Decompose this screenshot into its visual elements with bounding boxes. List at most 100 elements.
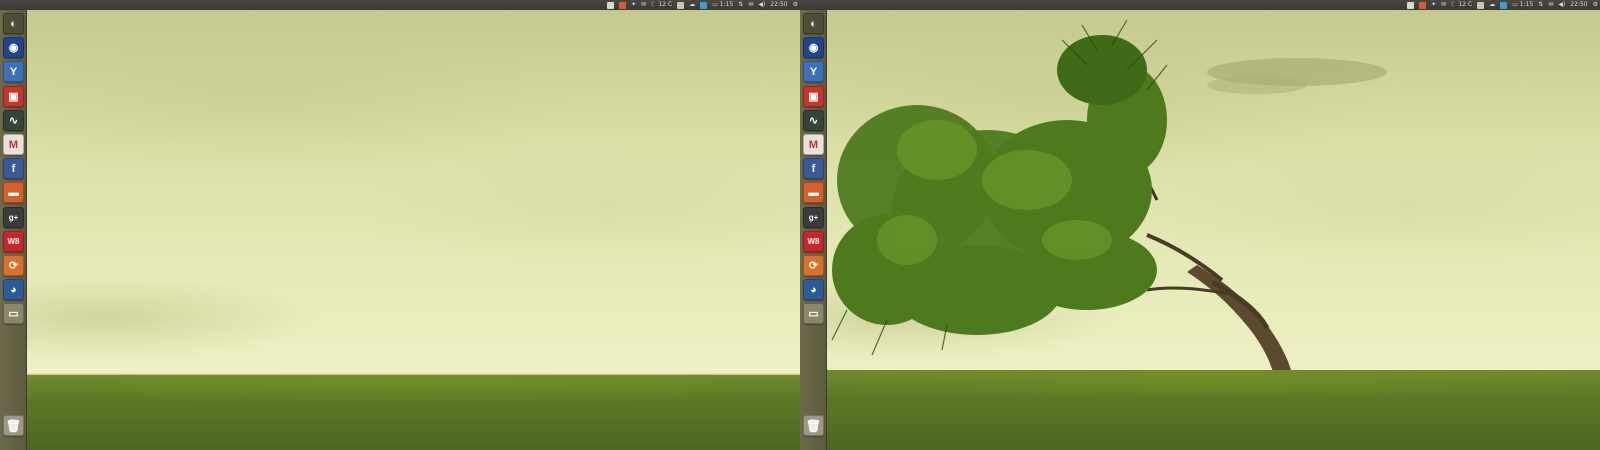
w8-icon: W8 [807, 236, 820, 246]
cloud-icon: ☁ [689, 1, 696, 8]
speaker-icon: ◀) [1558, 1, 1566, 8]
indicator-network[interactable]: ⇅ [738, 1, 743, 9]
indicator-network[interactable]: ⇅ [1538, 1, 1543, 9]
calendar-icon [677, 1, 685, 9]
indicator-keyboard[interactable] [1500, 1, 1508, 9]
launcher-item-system-monitor[interactable]: ∿ [803, 109, 824, 131]
envelope-icon: ✉ [1548, 1, 1554, 8]
top-panel: ✦ ✉ ☾ 12 C ☁ ▭ 1:15 ⇅ ✉ ◀) 22:50 ⚙ [0, 0, 800, 10]
temperature-text: 12 C [1458, 1, 1473, 8]
indicator-calendar[interactable] [677, 1, 685, 9]
launcher-item-software-center[interactable]: ▣ [803, 85, 824, 107]
launcher-item-workspaces[interactable]: ▭ [803, 303, 824, 325]
trash-icon: 🗑 [5, 418, 22, 433]
google-plus-icon: g+ [808, 212, 819, 222]
indicator-keyboard[interactable] [700, 1, 708, 9]
launcher-item-facebook[interactable]: f [3, 158, 24, 180]
app-indicator-2-icon [1419, 1, 1427, 9]
indicator-app[interactable] [607, 1, 615, 9]
google-plus-icon: g+ [8, 212, 19, 222]
indicator-dropbox[interactable]: ✦ [631, 1, 636, 9]
indicator-session[interactable]: ⚙ [1593, 1, 1598, 9]
launcher-item-files[interactable]: ▬ [803, 182, 824, 204]
globe-icon: ◉ [8, 42, 19, 55]
dropbox-icon: ✦ [1431, 1, 1437, 8]
indicator-app[interactable] [1407, 1, 1415, 9]
indicator-sound[interactable]: ◀) [1558, 1, 1565, 9]
mail-icon: ✉ [641, 1, 647, 8]
indicator-app-2[interactable] [619, 1, 627, 9]
launcher-item-w8-app[interactable]: W8 [3, 230, 24, 252]
shopping-bag-icon: ▣ [808, 90, 819, 103]
gmail-icon: M [8, 138, 19, 151]
launcher-item-y-ppa-manager[interactable]: Y [803, 61, 824, 83]
keyboard-icon [1500, 1, 1508, 9]
folder-icon: ▬ [808, 186, 819, 199]
power-gear-icon: ⚙ [1592, 1, 1598, 8]
battery-icon: ▭ [712, 1, 718, 8]
trash-icon: 🗑 [805, 418, 822, 433]
launcher-item-w8-app[interactable]: W8 [803, 230, 824, 252]
indicator-battery[interactable]: ▭ 1:15 [712, 1, 733, 9]
launcher: ◐ ◉ Y ▣ ∿ Mf ▬ g+ W8 ⟳ ◕ ▭ 🗑 [800, 10, 827, 450]
y-ppa-icon: Y [809, 65, 818, 78]
launcher-item-software-center[interactable]: ▣ [3, 85, 24, 107]
app-indicator-icon [607, 1, 615, 9]
app-indicator-2-icon [619, 1, 627, 9]
launcher-item-dash-home[interactable]: ◐ [3, 13, 24, 34]
indicator-mail[interactable]: ✉ [641, 1, 646, 9]
launcher-item-web-browser-2[interactable]: ◕ [3, 279, 24, 301]
envelope-icon: ✉ [748, 1, 754, 8]
clock-text: 22:50 [1570, 1, 1588, 8]
indicator-battery[interactable]: ▭ 1:15 [1512, 1, 1533, 9]
workspace-switcher-icon: ▭ [8, 308, 19, 321]
temperature-text: 12 C [658, 1, 673, 8]
indicator-weather[interactable]: ☾ 12 C [1451, 1, 1472, 9]
launcher-item-facebook[interactable]: f [803, 158, 824, 180]
indicator-dropbox[interactable]: ✦ [1431, 1, 1436, 9]
launcher-item-trash[interactable]: 🗑 [803, 415, 824, 436]
refresh-icon: ⟳ [8, 260, 19, 272]
indicator-clock[interactable]: 22:50 [770, 1, 787, 9]
launcher-item-trash[interactable]: 🗑 [3, 415, 24, 436]
launcher-item-web-browser[interactable]: ◉ [3, 37, 24, 59]
indicator-app-2[interactable] [1419, 1, 1427, 9]
speaker-icon: ◀) [758, 1, 766, 8]
desktop-wallpaper [27, 10, 800, 450]
launcher-item-web-browser[interactable]: ◉ [803, 37, 824, 59]
indicator-messages[interactable]: ✉ [1548, 1, 1553, 9]
ubuntu-logo-icon: ◐ [10, 17, 17, 30]
workspace-switcher-icon: ▭ [808, 308, 819, 321]
launcher-item-gmail[interactable]: M [3, 134, 24, 155]
launcher-item-gmail[interactable]: M [803, 134, 824, 155]
launcher-item-system-monitor[interactable]: ∿ [3, 109, 24, 131]
indicator-messages[interactable]: ✉ [748, 1, 753, 9]
launcher-item-workspaces[interactable]: ▭ [3, 303, 24, 325]
launcher-item-google-plus[interactable]: g+ [803, 206, 824, 228]
facebook-icon: f [811, 162, 816, 175]
launcher-item-updater[interactable]: ⟳ [3, 255, 24, 276]
cloud-icon: ☁ [1489, 1, 1496, 8]
indicator-sound[interactable]: ◀) [758, 1, 765, 9]
ubuntu-logo-icon: ◐ [810, 17, 817, 30]
launcher-item-updater[interactable]: ⟳ [803, 255, 824, 276]
globe-icon: ◉ [808, 42, 819, 55]
battery-time: 1:15 [719, 1, 734, 8]
launcher-item-dash-home[interactable]: ◐ [803, 13, 824, 34]
indicator-cloud[interactable]: ☁ [1489, 1, 1495, 9]
indicator-cloud[interactable]: ☁ [689, 1, 695, 9]
w8-icon: W8 [7, 236, 20, 246]
indicator-calendar[interactable] [1477, 1, 1485, 9]
monitor-icon: ∿ [8, 114, 19, 127]
launcher-item-google-plus[interactable]: g+ [3, 206, 24, 228]
indicator-mail[interactable]: ✉ [1441, 1, 1446, 9]
indicator-clock[interactable]: 22:50 [1570, 1, 1587, 9]
facebook-icon: f [11, 162, 16, 175]
launcher-item-files[interactable]: ▬ [3, 182, 24, 204]
launcher-item-y-ppa-manager[interactable]: Y [3, 61, 24, 83]
indicator-weather[interactable]: ☾ 12 C [651, 1, 672, 9]
grass-field [827, 370, 1600, 450]
indicator-session[interactable]: ⚙ [793, 1, 798, 9]
screen-right: ✦ ✉ ☾ 12 C ☁ ▭ 1:15 ⇅ ✉ ◀) 22:50 ⚙ ◐ ◉ Y ▣ ∿… [800, 0, 1600, 450]
launcher-item-web-browser-2[interactable]: ◕ [803, 279, 824, 301]
